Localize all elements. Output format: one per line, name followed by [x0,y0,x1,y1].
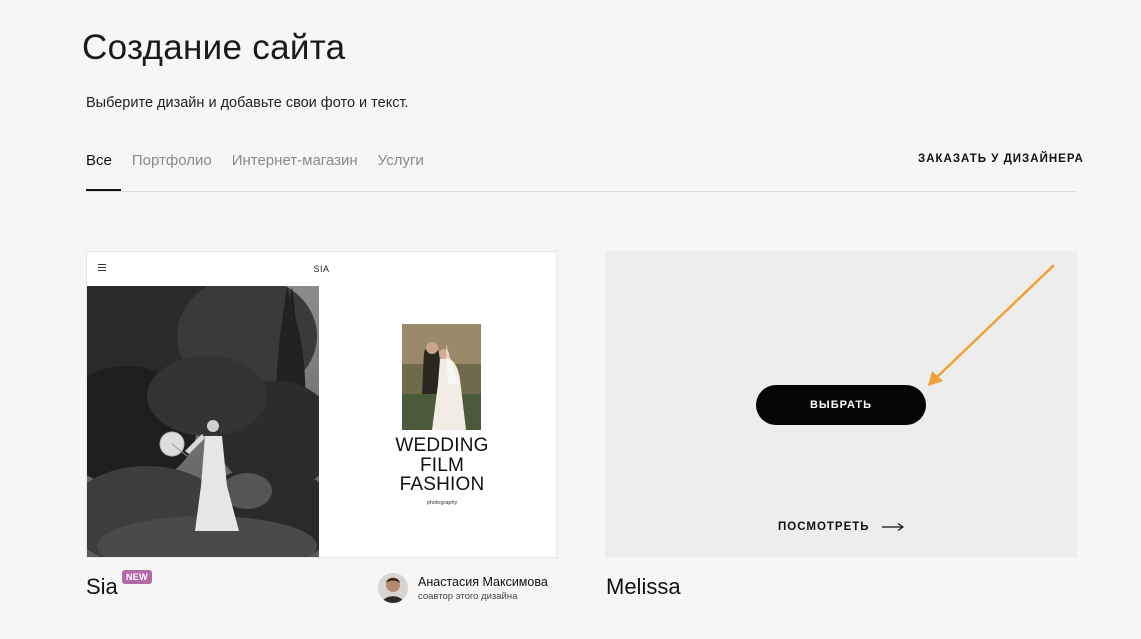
author-info[interactable]: Анастасия Максимова соавтор этого дизайн… [378,573,548,603]
page-title: Создание сайта [82,28,346,67]
author-role: соавтор этого дизайна [418,590,518,602]
category-tabs: Все Портфолио Интернет-магазин Услуги [86,152,424,169]
preview-headline: WEDDING FILM FASHION [395,435,489,495]
select-template-button[interactable]: ВЫБРАТЬ [756,385,926,425]
template-preview-melissa[interactable]: ВЫБРАТЬ ПОСМОТРЕТЬ [605,251,1077,558]
author-name: Анастасия Максимова [418,574,548,589]
view-template-label: ПОСМОТРЕТЬ [778,521,870,533]
tab-services[interactable]: Услуги [378,152,424,169]
avatar [378,573,408,603]
template-name-melissa[interactable]: Melissa [606,574,681,600]
order-designer-link[interactable]: ЗАКАЗАТЬ У ДИЗАЙНЕРА [918,153,1084,165]
new-badge: NEW [122,570,152,584]
page-subtitle: Выберите дизайн и добавьте свои фото и т… [86,95,409,111]
tabs-divider [86,191,1076,192]
preview-site-name: SIA [313,264,330,274]
arrow-right-icon [881,523,904,531]
preview-tagline: photography [426,500,458,506]
bride-garden-photo [87,286,319,557]
tab-all[interactable]: Все [86,152,112,169]
tab-portfolio[interactable]: Портфолио [132,152,212,169]
tab-online-store[interactable]: Интернет-магазин [232,152,358,169]
couple-photo [402,324,481,430]
template-name-sia[interactable]: Sia [86,574,118,600]
template-preview-sia[interactable]: SIA WEDDING FILM FASHION photography [86,251,557,558]
view-template-link[interactable]: ПОСМОТРЕТЬ [778,521,904,533]
